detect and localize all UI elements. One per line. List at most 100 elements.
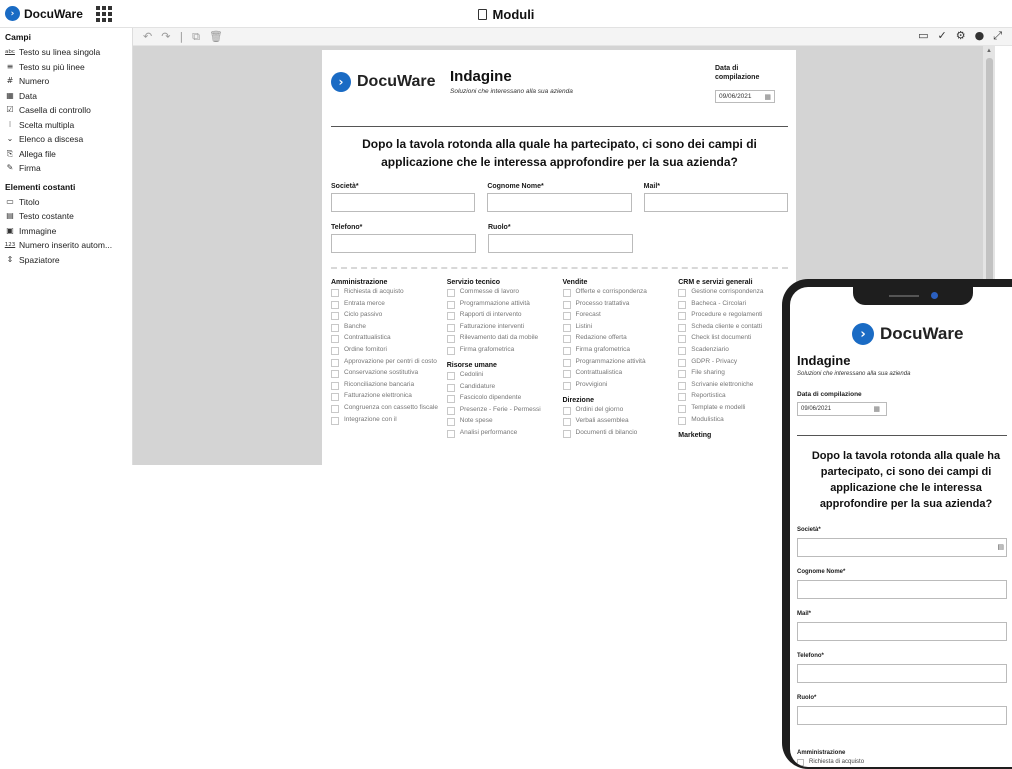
checkbox[interactable]	[331, 393, 339, 402]
checkbox[interactable]	[562, 358, 571, 367]
checkbox[interactable]	[331, 358, 339, 367]
checkbox-item[interactable]: Cedolini	[446, 371, 557, 380]
undo-icon[interactable]: ↶	[143, 30, 152, 44]
checkbox-item[interactable]: Banche	[331, 323, 441, 332]
checkbox-item[interactable]: Riconciliazione bancaria	[331, 381, 441, 390]
checkbox-item[interactable]: Approvazione per centri di costo	[331, 358, 441, 367]
checkbox[interactable]	[678, 393, 687, 402]
checkbox-item[interactable]: Programmazione attività	[562, 358, 673, 367]
checkbox-item[interactable]: Redazione offerta	[562, 334, 673, 344]
checkbox-item[interactable]: Verbali assemblea	[562, 417, 673, 427]
spacer-divider[interactable]	[331, 267, 788, 269]
expand-icon[interactable]: ⤢	[993, 29, 1002, 43]
checkbox[interactable]	[446, 300, 455, 309]
mobile-mail-input[interactable]	[797, 622, 1007, 641]
sidebar-item-elenco-a-discesa[interactable]: ⌄ Elenco a discesa	[0, 132, 132, 147]
sidebar-item-titolo[interactable]: ▭ Titolo	[0, 195, 132, 210]
form-logo[interactable]: › DocuWare	[331, 72, 436, 92]
trash-icon[interactable]: 🗑	[209, 30, 223, 44]
checkbox-item[interactable]: Entrata merce	[331, 300, 441, 309]
checkbox-item[interactable]: Modulistica	[678, 416, 788, 425]
checkbox[interactable]	[678, 300, 687, 309]
checkbox[interactable]	[678, 289, 687, 297]
copy-icon[interactable]: ⧉	[192, 30, 200, 44]
sidebar-item-firma[interactable]: ✎ Firma	[0, 161, 132, 176]
checkbox[interactable]	[446, 335, 455, 344]
checkbox[interactable]	[331, 289, 339, 297]
checkbox-item[interactable]: Bacheca - Circolari	[678, 300, 788, 309]
checkbox[interactable]	[678, 346, 687, 355]
checkbox[interactable]	[331, 300, 339, 309]
checkbox-item[interactable]: File sharing	[678, 369, 788, 379]
checkbox-item[interactable]: Provvigioni	[562, 381, 673, 390]
checkbox[interactable]	[678, 312, 687, 321]
checkbox[interactable]	[446, 289, 455, 297]
checkbox-item[interactable]: Documenti di bilancio	[562, 429, 673, 438]
preview-icon[interactable]: ●	[975, 29, 985, 43]
checkbox-item[interactable]: Candidature	[446, 383, 557, 392]
cognome-nome-input[interactable]	[487, 193, 632, 212]
societa-input[interactable]	[331, 193, 476, 212]
sidebar-item-spaziatore[interactable]: ⇕ Spaziatore	[0, 253, 132, 268]
checkbox[interactable]	[678, 335, 687, 344]
checkbox-item[interactable]: Richiesta di acquisto	[331, 288, 441, 297]
mobile-telefono-input[interactable]	[797, 664, 1007, 683]
checkbox-item[interactable]: Scheda cliente e contatti	[678, 323, 788, 332]
checkbox[interactable]	[562, 381, 571, 390]
checkbox[interactable]	[678, 381, 687, 390]
checkbox[interactable]	[331, 346, 339, 355]
checkbox[interactable]	[562, 335, 571, 344]
form-question[interactable]: Dopo la tavola rotonda alla quale ha par…	[331, 127, 788, 171]
sidebar-item-testo-su-linea-singola[interactable]: abc Testo su linea singola	[0, 45, 132, 60]
checkbox[interactable]	[562, 370, 571, 379]
calendar-icon[interactable]: ▦	[764, 93, 771, 101]
mobile-cognome-nome-input[interactable]	[797, 580, 1007, 599]
checkbox-item[interactable]: Programmazione attività	[446, 300, 557, 309]
sidebar-item-immagine[interactable]: ▣ Immagine	[0, 224, 132, 239]
checkbox-item[interactable]: Reportistica	[678, 392, 788, 402]
checkbox-item[interactable]: Fascicolo dipendente	[446, 394, 557, 404]
checkbox[interactable]	[678, 416, 687, 425]
scroll-up-icon[interactable]: ▲	[986, 48, 992, 54]
checkbox-item[interactable]: Ordine fornitori	[331, 346, 441, 355]
checkbox-item[interactable]: Presenze - Ferie - Permessi	[446, 406, 557, 415]
checkbox-item[interactable]: Procedure e regolamenti	[678, 311, 788, 321]
mobile-checkbox-item[interactable]: Richiesta di acquisto	[797, 759, 864, 766]
checkbox-item[interactable]: Fatturazione elettronica	[331, 392, 441, 402]
mail-input[interactable]	[643, 193, 788, 212]
checkbox-item[interactable]: Ciclo passivo	[331, 311, 441, 321]
checkbox-item[interactable]: Gestione corrispondenza	[678, 288, 788, 297]
checkbox[interactable]	[331, 404, 339, 413]
checkbox-item[interactable]: Contrattualistica	[562, 369, 673, 379]
checkbox[interactable]	[331, 381, 339, 390]
checkbox[interactable]	[446, 323, 455, 332]
ruolo-input[interactable]	[488, 234, 633, 253]
checkbox[interactable]	[562, 312, 571, 321]
redo-icon[interactable]: ↷	[161, 30, 170, 44]
checkbox[interactable]	[678, 404, 687, 413]
sidebar-item-allega-file[interactable]: ⎘ Allega file	[0, 147, 132, 162]
contact-card-icon[interactable]: ▤	[997, 543, 1004, 551]
checkbox[interactable]	[446, 395, 455, 404]
gear-icon[interactable]: ⚙	[956, 29, 966, 43]
checkbox-item[interactable]: Processo trattativa	[562, 300, 673, 309]
checkbox[interactable]	[331, 312, 339, 321]
checkbox-item[interactable]: Congruenza con cassetto fiscale	[331, 404, 441, 413]
checkbox[interactable]	[562, 300, 571, 309]
calendar-icon[interactable]: ▦	[873, 405, 880, 413]
checkbox[interactable]	[446, 383, 455, 392]
checkbox[interactable]	[797, 759, 804, 766]
checkbox-item[interactable]: Offerte e corrispondenza	[562, 288, 673, 297]
checkbox-item[interactable]: Listini	[562, 323, 673, 332]
checkbox-item[interactable]: Check list documenti	[678, 334, 788, 344]
checkbox-item[interactable]: Ordini del giorno	[562, 406, 673, 415]
checkbox[interactable]	[562, 418, 571, 427]
checkbox[interactable]	[562, 289, 571, 297]
checkbox-item[interactable]: Commesse di lavoro	[446, 288, 557, 297]
checkbox[interactable]	[331, 370, 339, 379]
checkbox[interactable]	[562, 323, 571, 332]
checkbox-item[interactable]: Rapporti di intervento	[446, 311, 557, 321]
checkbox-item[interactable]: Fatturazione interventi	[446, 323, 557, 332]
checkbox-item[interactable]: Note spese	[446, 417, 557, 427]
checkbox-item[interactable]: Scrivanie elettroniche	[678, 381, 788, 390]
